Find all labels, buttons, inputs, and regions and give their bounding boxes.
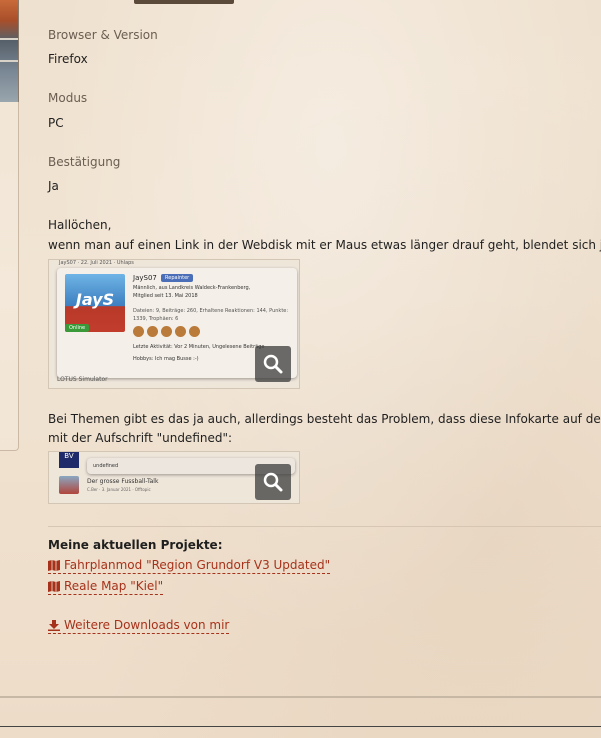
post-paragraph-2: Bei Themen gibt es das ja auch, allerdin… [48,412,601,426]
attachment1-footer: LOTUS Simulator [57,376,108,383]
zoom-icon[interactable] [255,346,291,382]
user-stats-2: 1339, Trophäen: 6 [133,316,179,322]
signature-title: Meine aktuellen Projekte: [48,538,223,552]
map-icon [48,559,60,571]
user-member-since: Mitglied seit 13. Mai 2018 [133,293,198,299]
chat-icon [189,326,200,337]
avatar-logo-text: JayS [75,290,115,309]
like-icon [161,326,172,337]
map-icon [48,580,60,592]
signature-divider [48,526,601,527]
bv-avatar: BV [59,452,79,468]
user-bio: Männlich, aus Landkreis Waldeck-Frankenb… [133,285,251,291]
action-icons [133,326,200,337]
topic-avatar [59,476,79,494]
card-title: undefined [93,463,119,469]
user-last-activity: Letzte Aktivität: Vor 2 Minuten, Ungeles… [133,344,265,350]
user-rank-badge: Repainter [161,274,194,282]
field-label-browser: Browser & Version [48,28,158,42]
post-paragraph-3: mit der Aufschrift "undefined": [48,431,233,445]
top-button[interactable] [134,0,234,4]
topic-meta: C.Ber · 3. Januar 2021 · Offtopic [87,487,151,492]
post-footer-separator [0,696,601,698]
upload-icon [147,326,158,337]
field-label-modus: Modus [48,91,88,105]
user-name[interactable]: JayS07 [133,274,157,282]
post-greeting: Hallöchen, [48,218,112,232]
signature-link-kiel[interactable]: Reale Map "Kiel" [48,579,164,595]
thumbs-up-icon [175,326,186,337]
attachment-thumbnail-1[interactable]: JayS07 · 22. Juli 2021 · Uhlaps JayS Onl… [48,259,300,389]
sidebar-banner-image [0,0,19,102]
user-hobby: Hobbys: Ich mag Busse :-) [133,356,199,362]
post-paragraph-1: wenn man auf einen Link in der Webdisk m… [48,238,601,252]
signature-link-fahrplanmod[interactable]: Fahrplanmod "Region Grundorf V3 Updated" [48,558,331,574]
link-label: Weitere Downloads von mir [64,618,230,632]
download-icon [48,619,60,631]
field-value-bestaetigung: Ja [48,179,59,193]
attachment-thumbnail-2[interactable]: BV undefined Der grosse Fussball-Talk C.… [48,451,300,504]
link-label: Reale Map "Kiel" [64,579,164,593]
online-badge: Online [65,324,90,332]
attachment1-header: JayS07 · 22. Juli 2021 · Uhlaps [59,260,134,266]
field-label-bestaetigung: Bestätigung [48,155,121,169]
link-label: Fahrplanmod "Region Grundorf V3 Updated" [64,558,331,572]
zoom-icon[interactable] [255,464,291,500]
user-stats: Dateien: 9, Beiträge: 260, Erhaltene Rea… [133,308,289,314]
footer-line [0,726,601,727]
field-value-browser: Firefox [48,52,88,66]
sidebar-panel [0,102,19,451]
signature-link-downloads[interactable]: Weitere Downloads von mir [48,618,230,634]
trophy-icon [133,326,144,337]
topic-title[interactable]: Der grosse Fussball-Talk [87,478,158,485]
field-value-modus: PC [48,116,64,130]
